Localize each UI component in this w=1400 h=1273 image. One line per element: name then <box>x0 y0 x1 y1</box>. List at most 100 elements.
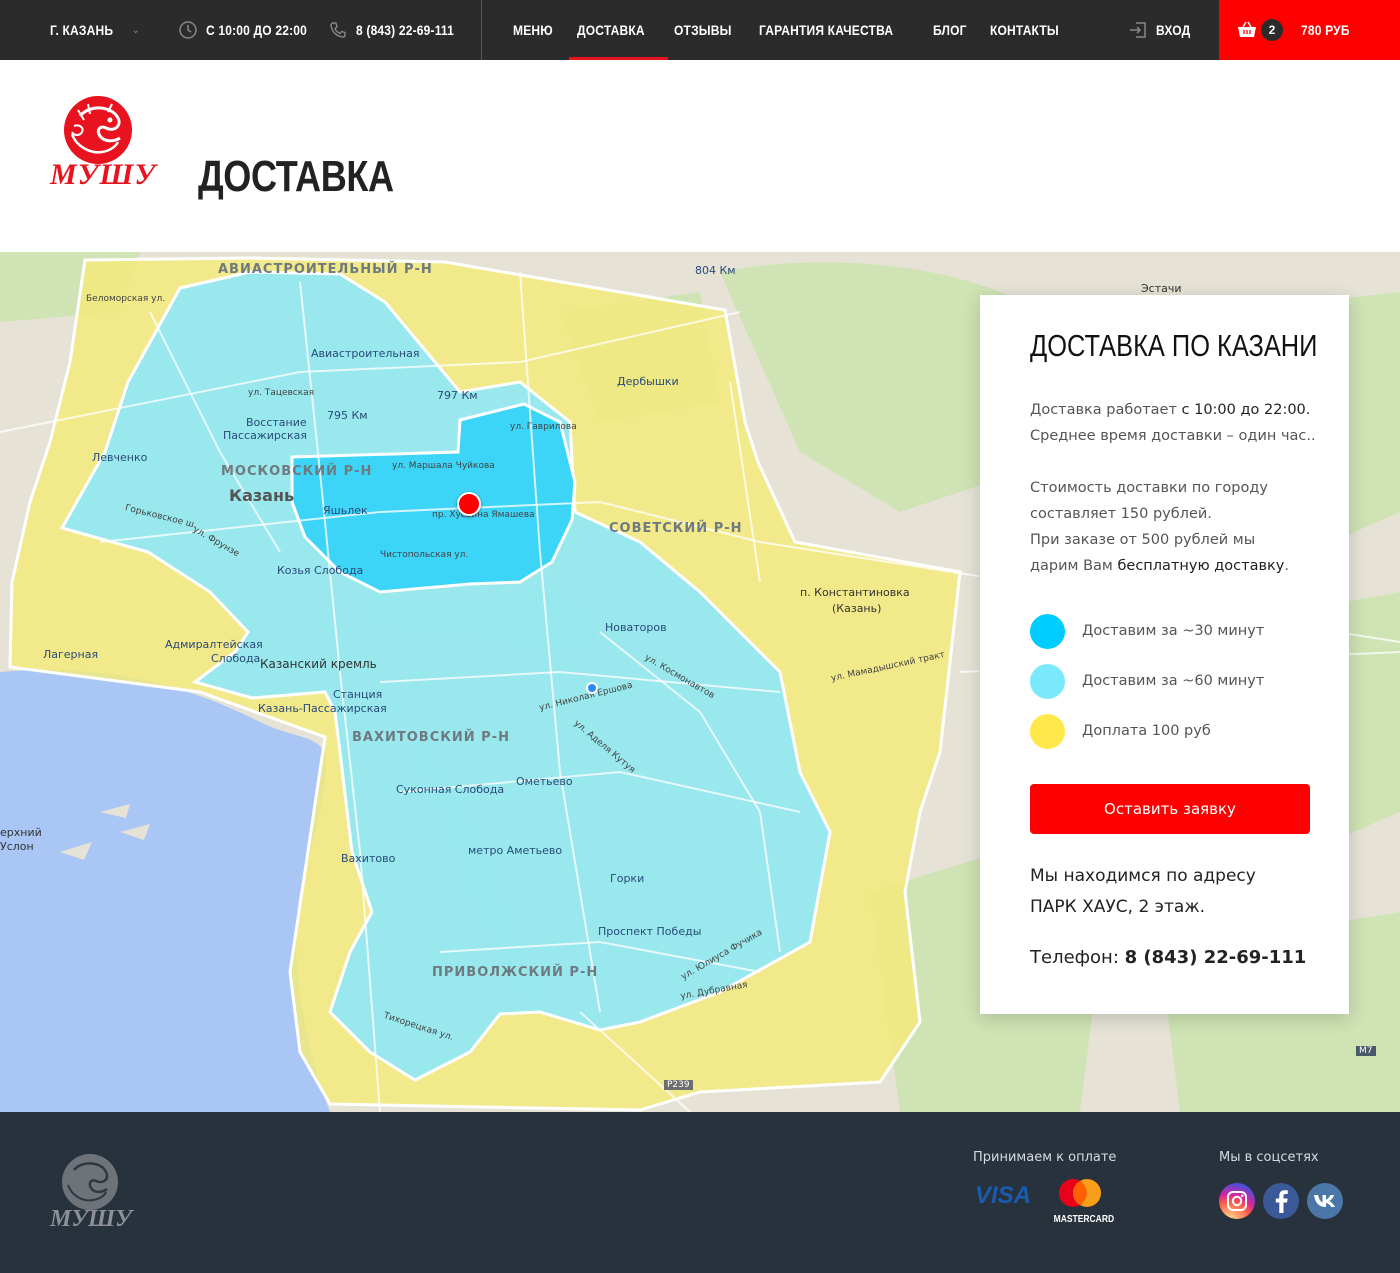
legend-item: Доставим за ~30 минут <box>1030 613 1264 649</box>
label-derbyshki: Дербышки <box>617 375 679 388</box>
footer-wordmark: МУШУ <box>50 1206 132 1232</box>
footer-logo[interactable]: МУШУ <box>50 1154 132 1234</box>
cart-total: 780 РУБ <box>1301 22 1350 38</box>
avg-time: Среднее время доставки – один час.. <box>1030 428 1316 444</box>
restaurant-location-pin[interactable] <box>457 492 481 516</box>
address-block: Мы находимся по адресу ПАРК ХАУС, 2 этаж… <box>1030 861 1330 923</box>
label-moskovsky: МОСКОВСКИЙ Р-Н <box>221 464 373 479</box>
address-line-1: Мы находимся по адресу <box>1030 866 1256 886</box>
nav-item-contacts[interactable]: КОНТАКТЫ <box>990 0 1070 60</box>
facebook-icon[interactable] <box>1263 1183 1299 1219</box>
cost-line-4-suffix: . <box>1284 558 1289 574</box>
chevron-down-icon: ⌄ <box>131 24 140 36</box>
phone-icon <box>328 20 348 40</box>
mastercard-logo: MASTERCARD <box>1049 1178 1115 1228</box>
phone-label: Телефон: <box>1030 947 1125 968</box>
label-novatorov: Новаторов <box>605 621 667 634</box>
label-metro-ametyevo: метро Аметьево <box>468 844 563 857</box>
cart-button[interactable]: 2 780 РУБ <box>1219 0 1400 60</box>
label-admiralteyskaya-2: Слобода <box>211 652 261 665</box>
label-aviastroitelnaya: Авиастроительная <box>311 347 420 360</box>
phone-text: 8 (843) 22-69-111 <box>356 22 454 38</box>
label-ul-chistopolskaya: Чистопольская ул. <box>380 550 469 560</box>
label-verkhny-2: Услон <box>0 840 34 853</box>
legend-label: Доставим за ~30 минут <box>1082 623 1265 639</box>
label-ometyevo: Ометьево <box>516 775 573 788</box>
login-button[interactable]: ВХОД <box>1128 0 1196 60</box>
visa-logo: VISA <box>975 1182 1032 1209</box>
location-dot-icon <box>586 682 598 694</box>
nav-item-quality[interactable]: ГАРАНТИЯ КАЧЕСТВА <box>759 0 915 60</box>
header-phone[interactable]: 8 (843) 22-69-111 <box>328 0 470 60</box>
label-ul-marshala: ул. Маршала Чуйкова <box>392 461 495 471</box>
dragon-emblem <box>64 96 132 164</box>
contact-phone: Телефон: 8 (843) 22-69-111 <box>1030 947 1306 968</box>
basket-icon <box>1237 21 1257 39</box>
payment-heading: Принимаем к оплате <box>973 1150 1117 1165</box>
nav-label: ГАРАНТИЯ КАЧЕСТВА <box>759 22 894 38</box>
label-km795: 795 Км <box>327 409 368 422</box>
label-aviastroitelny: АВИАСТРОИТЕЛЬНЫЙ Р-Н <box>218 262 433 277</box>
city-label: Г. КАЗАНЬ <box>50 22 114 38</box>
zone-legend: Доставим за ~30 минут Доставим за ~60 ми… <box>1030 613 1264 763</box>
nav-label: БЛОГ <box>933 22 967 38</box>
dragon-emblem <box>62 1154 118 1210</box>
nav-label: ОТЗЫВЫ <box>674 22 732 38</box>
cost-line-2: составляет 150 рублей. <box>1030 506 1212 522</box>
label-sovetsky: СОВЕТСКИЙ Р-Н <box>609 521 743 536</box>
legend-label: Доплата 100 руб <box>1082 723 1211 739</box>
label-privolzhsky: ПРИВОЛЖСКИЙ Р-Н <box>432 965 599 980</box>
logo-wordmark: МУШУ <box>50 158 157 191</box>
delivery-hours-text: Доставка работает с 10:00 до 22:00. Сред… <box>1030 397 1330 449</box>
nav-item-reviews[interactable]: ОТЗЫВЫ <box>674 0 741 60</box>
phone-value[interactable]: 8 (843) 22-69-111 <box>1125 947 1307 968</box>
nav-item-menu[interactable]: МЕНЮ <box>513 0 559 60</box>
delivery-cost-text: Стоимость доставки по городу составляет … <box>1030 475 1330 579</box>
instagram-icon[interactable] <box>1219 1183 1255 1219</box>
mastercard-label: MASTERCARD <box>1053 1214 1115 1225</box>
label-ul-khusaina: пр. Хусаина Ямашева <box>432 510 535 520</box>
label-m7: М7 <box>1356 1046 1376 1056</box>
label-gorki: Горки <box>610 872 645 885</box>
label-sukonnaya: Суконная Слобода <box>396 783 505 796</box>
label-lagernaya: Лагерная <box>43 648 99 661</box>
label-vakhitovo: Вахитово <box>341 852 396 865</box>
label-r239: Р239 <box>664 1080 693 1090</box>
label-ul-gavrilova: ул. Гаврилова <box>510 422 577 432</box>
zone-30-swatch <box>1030 613 1065 649</box>
login-icon <box>1128 20 1148 40</box>
label-km804: 804 Км <box>695 264 736 277</box>
legend-item: Доплата 100 руб <box>1030 713 1264 749</box>
vk-icon[interactable] <box>1307 1183 1343 1219</box>
label-stanciya-2: Казань-Пассажирская <box>258 702 387 715</box>
logo[interactable]: МУШУ <box>50 96 157 196</box>
nav-item-delivery[interactable]: ДОСТАВКА <box>569 0 668 60</box>
card-title: ДОСТАВКА ПО КАЗАНИ <box>1030 328 1318 363</box>
mastercard-icon <box>1059 1179 1101 1207</box>
label-kazan: Казань <box>229 486 295 505</box>
topbar-divider <box>481 0 482 60</box>
legend-label: Доставим за ~60 минут <box>1082 673 1265 689</box>
address-line-2: ПАРК ХАУС, 2 этаж. <box>1030 897 1206 917</box>
label-vosstanie-2: Пассажирская <box>223 429 307 442</box>
nav-label: МЕНЮ <box>513 22 553 38</box>
city-selector[interactable]: Г. КАЗАНЬ ⌄ <box>50 0 140 60</box>
label-ul-tatsevskaya: ул. Тацевская <box>248 388 315 398</box>
nav-item-blog[interactable]: БЛОГ <box>933 0 972 60</box>
clock-icon <box>178 20 198 40</box>
river-volga <box>0 670 330 1112</box>
cost-line-1: Стоимость доставки по городу <box>1030 480 1268 496</box>
label-stanciya: Станция <box>333 688 383 701</box>
social-heading: Мы в соцсетях <box>1219 1150 1319 1165</box>
label-kozya: Козья Слобода <box>277 564 364 577</box>
nav-label: КОНТАКТЫ <box>990 22 1060 38</box>
submit-request-button[interactable]: Оставить заявку <box>1030 784 1310 834</box>
label-konstantinovka: п. Константиновка <box>800 586 910 599</box>
label-verkhny: ерхний <box>0 826 42 839</box>
cost-line-3: При заказе от 500 рублей мы <box>1030 532 1256 548</box>
label-estachi: Эстачи <box>1141 282 1182 295</box>
label-kremlin: Казанский кремль <box>260 657 377 671</box>
label-konstantinovka-2: (Казань) <box>832 602 882 615</box>
label-levchenko: Левченко <box>92 451 148 464</box>
label-km797: 797 Км <box>437 389 478 402</box>
